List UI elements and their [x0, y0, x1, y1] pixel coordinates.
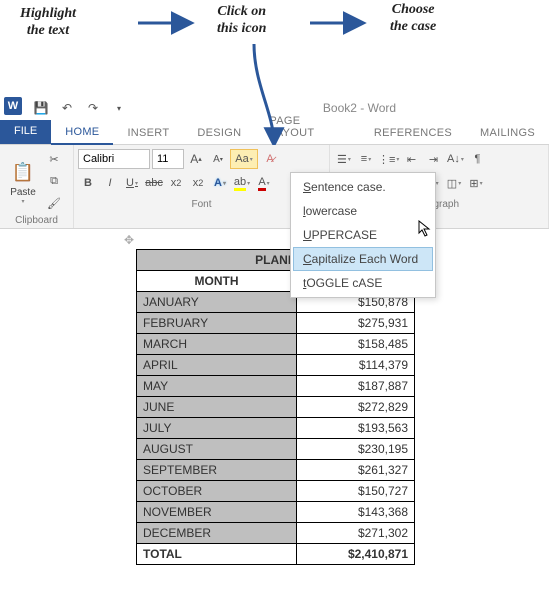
underline-button[interactable]: U [122, 173, 142, 193]
total-value: $2,410,871 [297, 544, 415, 565]
arrow-icon-2 [310, 16, 370, 33]
table-row-month: OCTOBER [137, 481, 297, 502]
font-color-button[interactable]: A [254, 173, 274, 193]
grow-font-button[interactable]: A▴ [186, 149, 206, 169]
document-area: ✥ PLANE MONTH JANUARY$150,878FEBRUARY$27… [0, 229, 549, 565]
undo-button[interactable]: ↶ [56, 97, 78, 119]
change-case-button[interactable]: Aa [230, 149, 258, 169]
increase-indent-button[interactable]: ⇥ [423, 149, 443, 169]
table-row-month: JUNE [137, 397, 297, 418]
qat-customize-button[interactable]: ▾ [108, 97, 130, 119]
table-row-value: $114,379 [297, 355, 415, 376]
table-row-month: JANUARY [137, 292, 297, 313]
italic-button[interactable]: I [100, 173, 120, 193]
copy-button[interactable]: ⧉ [44, 171, 64, 191]
table-row-value: $150,727 [297, 481, 415, 502]
table-row-month: DECEMBER [137, 523, 297, 544]
paste-button[interactable]: 📋 Paste ▾ [4, 149, 42, 213]
table-row-value: $187,887 [297, 376, 415, 397]
tab-mailings[interactable]: MAILINGS [466, 122, 549, 144]
table-anchor-icon[interactable]: ✥ [124, 233, 134, 247]
table-row-value: $230,195 [297, 439, 415, 460]
shrink-font-button[interactable]: A▾ [208, 149, 228, 169]
ribbon: 📋 Paste ▾ ✂ ⧉ 🖌 Clipboard A▴ A▾ Aa A̷ [0, 145, 549, 229]
anno-highlight: Highlightthe text [20, 6, 76, 40]
table-row-month: APRIL [137, 355, 297, 376]
cursor-icon [418, 220, 434, 241]
sort-button[interactable]: A↓ [445, 149, 465, 169]
table-row-month: AUGUST [137, 439, 297, 460]
bullets-button[interactable]: ☰ [334, 149, 354, 169]
strikethrough-button[interactable]: abc [144, 173, 164, 193]
table-row-month: MAY [137, 376, 297, 397]
table-row-value: $158,485 [297, 334, 415, 355]
show-hide-button[interactable]: ¶ [467, 149, 487, 169]
arrow-icon-1 [138, 16, 198, 33]
table-row-month: NOVEMBER [137, 502, 297, 523]
anno-choose: Choosethe case [390, 2, 436, 36]
word-logo-icon: W [4, 97, 26, 119]
font-name-input[interactable] [78, 149, 150, 169]
annotation-overlay: Highlightthe text Click onthis icon Choo… [0, 0, 549, 95]
tab-home[interactable]: HOME [51, 121, 113, 145]
table-row-value: $143,368 [297, 502, 415, 523]
anno-click: Click onthis icon [217, 4, 266, 38]
multilevel-list-button[interactable]: ⋮≡ [378, 149, 399, 169]
menu-lowercase[interactable]: lowercase [293, 199, 433, 223]
table-row-value: $271,302 [297, 523, 415, 544]
curved-arrow-icon [246, 44, 286, 155]
superscript-button[interactable]: x2 [188, 173, 208, 193]
paste-icon: 📋 [9, 157, 37, 187]
tab-file[interactable]: FILE [0, 120, 51, 144]
change-case-menu: Sentence case. lowercase UPPERCASE Capit… [290, 172, 436, 298]
cut-button[interactable]: ✂ [44, 149, 64, 169]
table-row-month: SEPTEMBER [137, 460, 297, 481]
table-row-value: $261,327 [297, 460, 415, 481]
menu-sentence-case[interactable]: Sentence case. [293, 175, 433, 199]
numbering-button[interactable]: ≡ [356, 149, 376, 169]
shading-button[interactable]: ◫ [444, 173, 464, 193]
tab-references[interactable]: REFERENCES [360, 122, 466, 144]
menu-uppercase[interactable]: UPPERCASE [293, 223, 433, 247]
menu-capitalize-each-word[interactable]: Capitalize Each Word [293, 247, 433, 271]
font-size-input[interactable] [152, 149, 184, 169]
table-row-month: FEBRUARY [137, 313, 297, 334]
table-row-month: JULY [137, 418, 297, 439]
redo-button[interactable]: ↷ [82, 97, 104, 119]
table-row-month: MARCH [137, 334, 297, 355]
borders-button[interactable]: ⊞ [466, 173, 486, 193]
group-clipboard-label: Clipboard [4, 213, 69, 229]
save-button[interactable]: 💾 [30, 97, 52, 119]
decrease-indent-button[interactable]: ⇤ [401, 149, 421, 169]
highlight-button[interactable]: ab [232, 173, 252, 193]
table-row-value: $275,931 [297, 313, 415, 334]
total-label: TOTAL [137, 544, 297, 565]
text-effects-button[interactable]: A [210, 173, 230, 193]
tab-insert[interactable]: INSERT [113, 122, 183, 144]
format-painter-button[interactable]: 🖌 [44, 193, 64, 213]
group-font-label: Font [78, 197, 325, 213]
bold-button[interactable]: B [78, 173, 98, 193]
column-header-month: MONTH [137, 271, 297, 292]
clear-formatting-button[interactable]: A̷ [260, 149, 280, 169]
table-row-value: $193,563 [297, 418, 415, 439]
tab-design[interactable]: DESIGN [183, 122, 255, 144]
table-row-value: $272,829 [297, 397, 415, 418]
subscript-button[interactable]: x2 [166, 173, 186, 193]
menu-toggle-case[interactable]: tOGGLE cASE [293, 271, 433, 295]
